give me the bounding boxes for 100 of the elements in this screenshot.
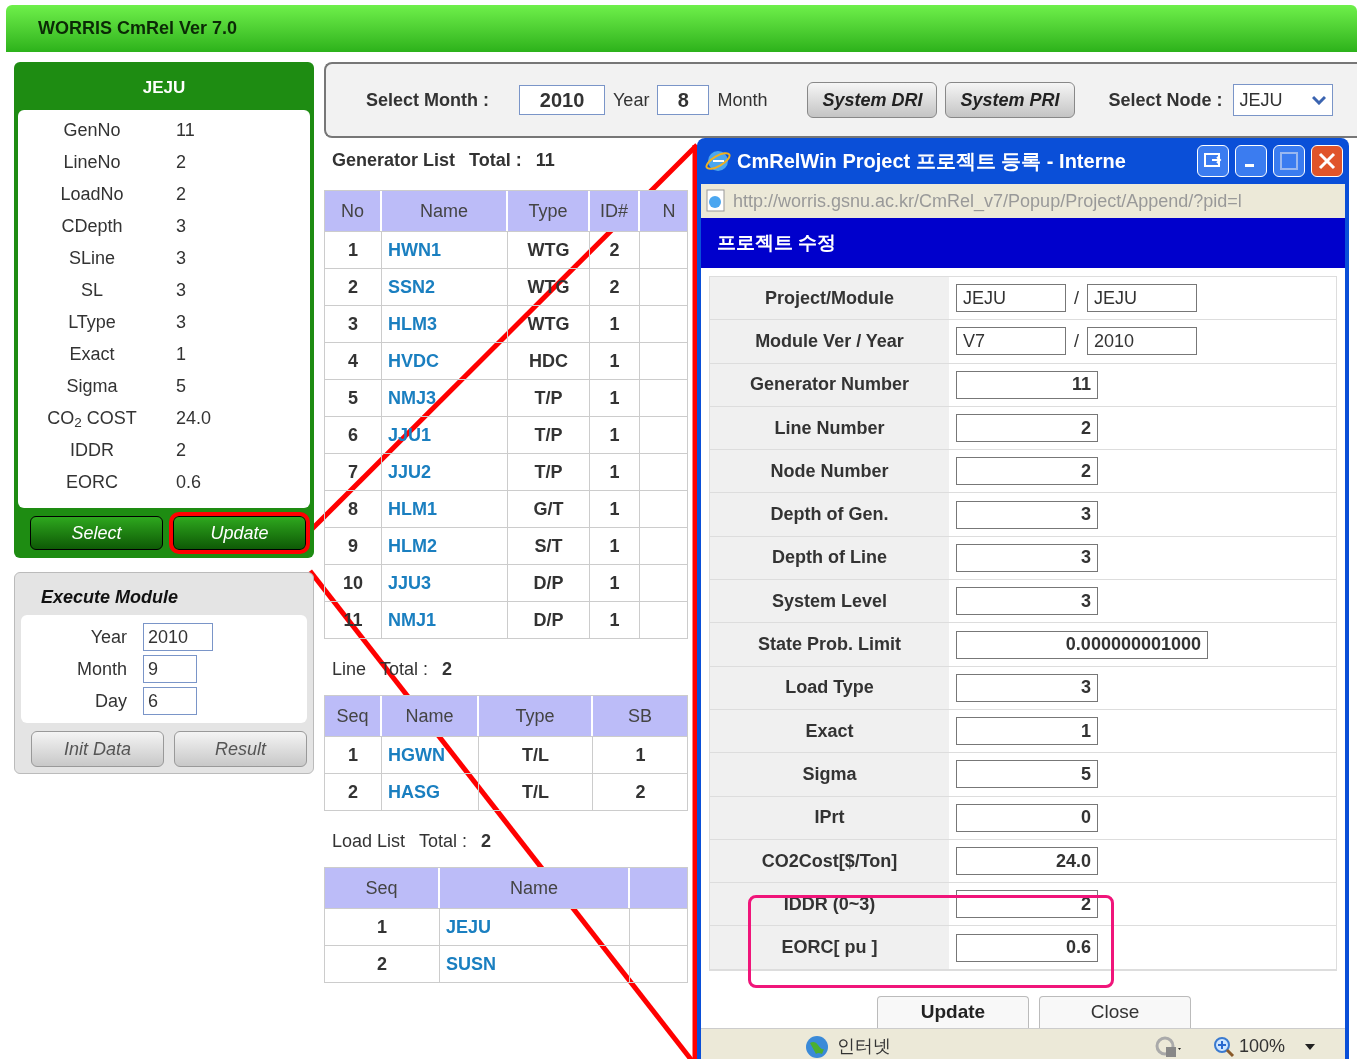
table-cell: 3 [325, 306, 382, 342]
panel-button[interactable]: Result [174, 731, 307, 767]
zoom-level: 100% [1238, 1035, 1285, 1058]
input-field[interactable]: 9 [143, 655, 197, 683]
form-field[interactable]: 5 [956, 760, 1098, 789]
column-header: SB [593, 696, 687, 736]
table-cell: JJU3 [382, 565, 508, 601]
form-field[interactable]: 0.000000001000 [956, 630, 1208, 659]
table-cell: HLM1 [382, 491, 508, 527]
list-title: Line [332, 657, 367, 681]
table-cell: D/P [508, 602, 590, 638]
form-field[interactable]: 2010 [1087, 327, 1197, 356]
system-button[interactable]: System DRI [807, 82, 938, 118]
table-cell: 2 [593, 774, 687, 810]
form-field[interactable]: 2 [956, 414, 1098, 443]
table-cell: 1 [590, 454, 640, 490]
year-field[interactable]: 2010 [519, 85, 605, 115]
table-cell: G/T [508, 491, 590, 527]
table-cell: T/L [479, 774, 593, 810]
panel-title: JEJU [141, 77, 187, 100]
form-field[interactable]: JEJU [956, 284, 1066, 313]
column-header: Name [382, 696, 479, 736]
stat-label: Exact [68, 342, 116, 366]
stat-label: GenNo [62, 118, 122, 142]
dialog-button[interactable]: Update [877, 996, 1029, 1028]
table-cell: 1 [325, 909, 440, 945]
table-cell: T/L [479, 737, 593, 773]
table-cell: NMJ1 [382, 602, 508, 638]
status-zone: 인터넷 [837, 1035, 891, 1058]
table-cell: 1 [590, 528, 640, 564]
column-header: Name [382, 191, 508, 231]
table-cell: 1 [590, 491, 640, 527]
unit-label: Month [717, 88, 768, 112]
field-label: Month [75, 657, 128, 681]
form-field[interactable]: 3 [956, 500, 1098, 529]
month-field[interactable]: 8 [657, 85, 710, 115]
form-field[interactable]: 3 [956, 587, 1098, 616]
form-field[interactable]: 3 [956, 673, 1098, 702]
table-cell: S/T [508, 528, 590, 564]
table-cell: JEJU [440, 909, 630, 945]
form-field[interactable]: JEJU [1087, 284, 1197, 313]
form-field[interactable]: 2 [956, 457, 1098, 486]
stat-label: SLine [67, 246, 116, 270]
zoom-icon [1212, 1035, 1235, 1058]
table-cell: 2 [325, 774, 382, 810]
system-button[interactable]: System PRI [945, 82, 1075, 118]
stat-label: EORC [65, 470, 119, 494]
maximize-icon[interactable] [1273, 145, 1305, 177]
globe-icon [805, 1034, 829, 1059]
form-field[interactable]: 11 [956, 370, 1098, 399]
input-field[interactable]: 2010 [143, 623, 213, 651]
total-count: 11 [535, 148, 555, 172]
table-cell: D/P [508, 565, 590, 601]
panel-button[interactable]: Select [30, 516, 163, 550]
input-field[interactable]: 6 [143, 687, 197, 715]
table-cell: 4 [325, 343, 382, 379]
filter-label: Select Month : [366, 88, 489, 112]
minimize-icon[interactable] [1235, 145, 1267, 177]
column-header: Seq [325, 696, 382, 736]
table-cell: JJU2 [382, 454, 508, 490]
form-field[interactable]: V7 [956, 327, 1066, 356]
panel-button[interactable]: Init Data [31, 731, 164, 767]
total-count: 2 [481, 829, 492, 853]
restore-icon[interactable] [1197, 145, 1229, 177]
column-header: Type [479, 696, 593, 736]
node-select[interactable]: JEJU [1232, 84, 1333, 116]
form-field[interactable]: 1 [956, 717, 1098, 746]
form-field[interactable]: 0.6 [956, 933, 1098, 962]
stat-label: IDDR [69, 438, 115, 462]
stat-value: 24.0 [176, 406, 212, 430]
table-cell: HLM2 [382, 528, 508, 564]
table-cell: T/P [508, 454, 590, 490]
dialog-button[interactable]: Close [1039, 996, 1191, 1028]
column-header: No [325, 191, 382, 231]
stat-label: Sigma [65, 374, 119, 398]
stat-value: 1 [176, 342, 186, 366]
form-field[interactable]: 0 [956, 803, 1098, 832]
stat-label: CDepth [60, 214, 124, 238]
table-cell: 1 [590, 602, 640, 638]
stat-value: 3 [176, 278, 186, 302]
table-cell: 1 [590, 343, 640, 379]
table-cell: 2 [590, 232, 640, 268]
table-cell: HDC [508, 343, 590, 379]
table-cell: 5 [325, 380, 382, 416]
slash-separator: / [1074, 286, 1079, 310]
form-field[interactable]: 3 [956, 543, 1098, 572]
stat-value: 3 [176, 214, 186, 238]
stat-value: 11 [176, 118, 195, 142]
table-cell: 6 [325, 417, 382, 453]
form-field[interactable]: 24.0 [956, 847, 1098, 875]
table-cell: T/P [508, 380, 590, 416]
close-icon[interactable] [1311, 145, 1343, 177]
table-cell: 7 [325, 454, 382, 490]
table-cell: 9 [325, 528, 382, 564]
column-header: Type [508, 191, 590, 231]
table-cell: WTG [508, 232, 590, 268]
table-cell: 1 [590, 417, 640, 453]
page-icon [705, 189, 727, 213]
table-cell: T/P [508, 417, 590, 453]
slash-separator: / [1074, 329, 1079, 353]
